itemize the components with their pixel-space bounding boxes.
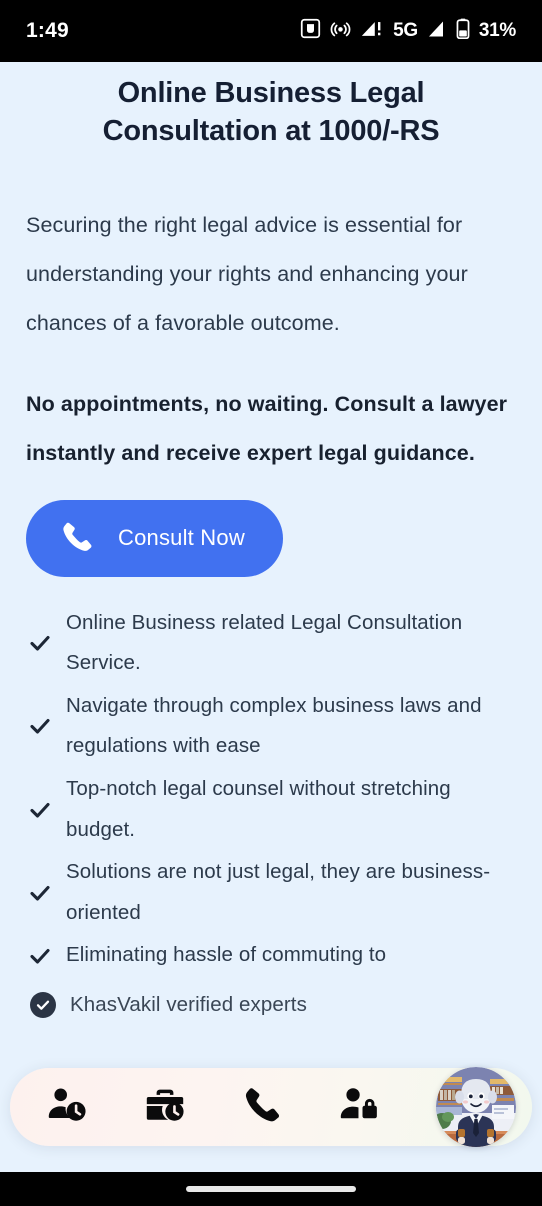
status-time: 1:49 [26,19,69,42]
nav-item-call[interactable] [242,1085,282,1130]
list-item: Eliminating hassle of commuting to [26,935,516,976]
hotspot-icon [330,18,351,44]
verified-experts-label: KhasVakil verified experts [70,992,307,1016]
list-item: Navigate through complex business laws a… [26,686,516,767]
phone-screen: 1:49 5G 31% Online Business Legal Consul… [0,0,542,1206]
person-clock-icon [46,1084,88,1131]
check-icon [26,714,54,738]
check-icon [26,798,54,822]
consult-now-button[interactable]: Consult Now [26,499,283,577]
phone-icon [60,520,94,557]
intro-paragraph: Securing the right legal advice is essen… [26,212,468,335]
page-content: Online Business Legal Consultation at 10… [0,62,542,1172]
nav-item-cases[interactable] [144,1084,186,1131]
phone-icon [242,1085,282,1130]
nav-item-history[interactable] [46,1084,88,1131]
list-item: Solutions are not just legal, they are b… [26,852,516,933]
verified-check-icon [30,991,56,1018]
verified-experts-row: KhasVakil verified experts [26,991,516,1018]
nav-item-privacy[interactable] [338,1084,380,1131]
consult-now-label: Consult Now [118,525,245,551]
check-icon [26,944,54,968]
list-item-label: Solutions are not just legal, they are b… [66,860,491,924]
status-indicators: 5G 31% [300,18,516,44]
lawyer-avatar [436,1067,516,1147]
gesture-navigation-area [0,1172,542,1206]
highlight-paragraph: No appointments, no waiting. Consult a l… [26,391,508,465]
network-type-label: 5G [393,20,418,41]
signal-alert-icon [360,19,384,44]
list-item-label: Navigate through complex business laws a… [66,693,482,758]
battery-icon [456,18,470,44]
list-item-label: Top-notch legal counsel without stretchi… [66,776,451,841]
battery-percentage: 31% [478,20,516,41]
nav-item-profile[interactable] [436,1067,516,1147]
benefits-checklist: Online Business related Legal Consultati… [26,603,516,976]
signal-icon [427,19,447,44]
check-icon [26,881,54,905]
status-bar: 1:49 5G 31% [0,0,542,62]
check-icon [26,631,54,655]
screen-record-icon [300,18,321,44]
list-item-label: Online Business related Legal Consultati… [66,610,463,675]
list-item: Online Business related Legal Consultati… [26,603,516,684]
list-item: Top-notch legal counsel without stretchi… [26,769,516,850]
list-item-label: Eliminating hassle of commuting to [66,943,387,967]
home-indicator[interactable] [186,1186,356,1192]
page-title: Online Business Legal Consultation at 10… [102,77,440,148]
briefcase-clock-icon [144,1084,186,1131]
person-lock-icon [338,1084,380,1131]
bottom-navigation-bar [10,1067,532,1147]
